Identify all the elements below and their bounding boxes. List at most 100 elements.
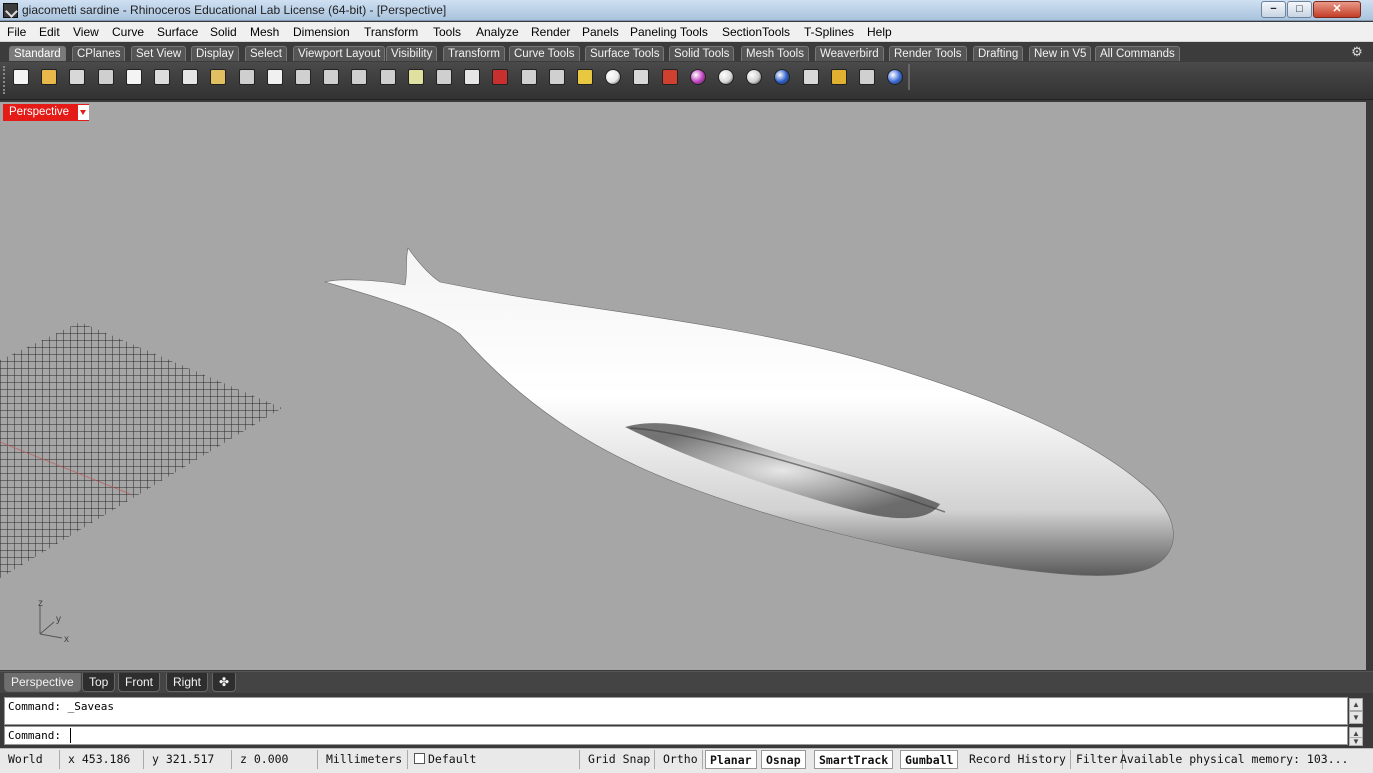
menu-dimension[interactable]: Dimension [293, 25, 350, 39]
import-icon[interactable] [123, 66, 145, 88]
tab-new-in-v5[interactable]: New in V5 [1029, 46, 1092, 61]
tab-surface-tools[interactable]: Surface Tools [585, 46, 665, 61]
tab-drafting[interactable]: Drafting [973, 46, 1024, 61]
menu-analyze[interactable]: Analyze [476, 25, 519, 39]
maximize-button[interactable]: □ [1287, 1, 1312, 18]
menu-curve[interactable]: Curve [112, 25, 144, 39]
tab-viewport-layout[interactable]: Viewport Layout [293, 46, 386, 61]
status-x-coord: x 453.186 [64, 750, 144, 769]
print-icon[interactable] [95, 66, 117, 88]
zoom-icon[interactable] [320, 66, 342, 88]
object-snap-icon[interactable] [574, 66, 596, 88]
zoom-selected-icon[interactable] [405, 66, 427, 88]
options-gear-icon[interactable] [828, 66, 850, 88]
color-wheel-icon[interactable] [687, 66, 709, 88]
status-osnap[interactable]: Osnap [761, 750, 806, 769]
status-layer[interactable]: Default [410, 750, 580, 769]
menu-transform[interactable]: Transform [364, 25, 418, 39]
viewtab-front[interactable]: Front [118, 673, 161, 692]
toolbar-options-gear-icon[interactable]: ⚙ [1350, 45, 1364, 59]
pan-icon[interactable] [264, 66, 286, 88]
rotate-camera-icon[interactable] [433, 66, 455, 88]
tab-all-commands[interactable]: All Commands [1095, 46, 1180, 61]
add-viewport-tab-icon[interactable]: ✤ [212, 673, 237, 692]
menu-mesh[interactable]: Mesh [250, 25, 279, 39]
menu-edit[interactable]: Edit [39, 25, 60, 39]
paste-icon[interactable] [207, 66, 229, 88]
rendered-sphere-icon[interactable] [771, 66, 793, 88]
curve-icon[interactable] [546, 66, 568, 88]
command-scroll-down-icon[interactable]: ▼ [1349, 737, 1363, 746]
status-record-history[interactable]: Record History [965, 750, 1071, 769]
status-planar[interactable]: Planar [705, 750, 757, 769]
minimize-button[interactable]: − [1261, 1, 1286, 18]
tab-display[interactable]: Display [191, 46, 239, 61]
tab-cplanes[interactable]: CPlanes [72, 46, 126, 61]
copy-icon[interactable] [179, 66, 201, 88]
tab-standard[interactable]: Standard [9, 46, 66, 61]
open-icon[interactable] [38, 66, 60, 88]
point-icon[interactable] [518, 66, 540, 88]
tab-weaverbird[interactable]: Weaverbird [815, 46, 884, 61]
viewtab-right[interactable]: Right [166, 673, 209, 692]
gumball-icon[interactable] [856, 66, 878, 88]
light-bulb-icon[interactable] [602, 66, 624, 88]
construction-grid-plane [0, 322, 282, 578]
tab-solid-tools[interactable]: Solid Tools [669, 46, 735, 61]
menu-surface[interactable]: Surface [157, 25, 198, 39]
history-scroll-up-icon[interactable]: ▲ [1349, 698, 1363, 711]
lock-icon[interactable] [630, 66, 652, 88]
perspective-viewport[interactable]: z y x [0, 102, 1366, 670]
tab-render-tools[interactable]: Render Tools [889, 46, 967, 61]
tab-mesh-tools[interactable]: Mesh Tools [741, 46, 809, 61]
command-input[interactable] [70, 728, 1340, 743]
menu-section-tools[interactable]: SectionTools [722, 25, 790, 39]
tab-set-view[interactable]: Set View [131, 46, 187, 61]
wireframe-sphere-icon[interactable] [715, 66, 737, 88]
menu-paneling-tools[interactable]: Paneling Tools [630, 25, 708, 39]
viewport-title[interactable]: Perspective [3, 104, 89, 121]
status-cplane[interactable]: World [4, 750, 60, 769]
tab-transform[interactable]: Transform [443, 46, 505, 61]
status-filter[interactable]: Filter [1072, 750, 1123, 769]
tab-visibility[interactable]: Visibility [386, 46, 438, 61]
menu-file[interactable]: File [7, 25, 26, 39]
menu-help[interactable]: Help [867, 25, 892, 39]
tab-select[interactable]: Select [245, 46, 287, 61]
viewport-menu-dropdown-icon[interactable] [78, 105, 89, 120]
history-scroll-down-icon[interactable]: ▼ [1349, 711, 1363, 724]
zoom-extents-icon[interactable] [377, 66, 399, 88]
status-smarttrack[interactable]: SmartTrack [814, 750, 894, 769]
layer-icon[interactable] [659, 66, 681, 88]
status-ortho[interactable]: Ortho [659, 750, 703, 769]
menu-render[interactable]: Render [531, 25, 570, 39]
status-grid-snap[interactable]: Grid Snap [584, 750, 656, 769]
four-viewports-icon[interactable] [461, 66, 483, 88]
rotate-view-icon[interactable] [292, 66, 314, 88]
help-icon[interactable] [884, 66, 906, 88]
viewtab-top[interactable]: Top [82, 673, 116, 692]
car-icon[interactable] [489, 66, 511, 88]
status-units[interactable]: Millimeters [322, 750, 408, 769]
shaded-sphere-icon[interactable] [743, 66, 765, 88]
zoom-window-icon[interactable] [348, 66, 370, 88]
save-icon[interactable] [66, 66, 88, 88]
viewtab-perspective[interactable]: Perspective [4, 673, 81, 692]
toolbar-grip[interactable] [3, 66, 7, 94]
menu-panels[interactable]: Panels [582, 25, 619, 39]
close-button[interactable]: ✕ [1313, 1, 1361, 18]
command-history[interactable]: Command: _Saveas [4, 697, 1348, 725]
layer-color-swatch [414, 753, 425, 764]
title-bar[interactable]: giacometti sardine - Rhinoceros Educatio… [0, 0, 1373, 21]
menu-solid[interactable]: Solid [210, 25, 237, 39]
menu-tools[interactable]: Tools [433, 25, 461, 39]
undo-icon[interactable] [236, 66, 258, 88]
new-icon[interactable] [10, 66, 32, 88]
material-icon[interactable] [800, 66, 822, 88]
cut-icon[interactable] [151, 66, 173, 88]
menu-t-splines[interactable]: T-Splines [804, 25, 854, 39]
tab-curve-tools[interactable]: Curve Tools [509, 46, 580, 61]
rhino-app-icon[interactable] [3, 3, 18, 18]
menu-view[interactable]: View [73, 25, 99, 39]
status-gumball[interactable]: Gumball [900, 750, 959, 769]
